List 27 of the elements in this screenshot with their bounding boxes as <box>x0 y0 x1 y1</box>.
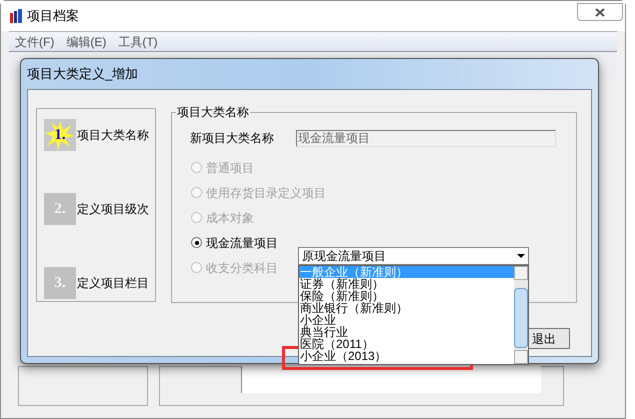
dropdown-item[interactable]: 小企业 <box>299 314 514 326</box>
radio-label: 成本对象 <box>206 210 254 226</box>
dropdown-item[interactable]: 商业银行（新准则） <box>299 302 514 314</box>
radio-label: 普通项目 <box>206 160 254 176</box>
step-label: 定义项目级次 <box>77 201 149 218</box>
name-input-field[interactable]: 现金流量项目 <box>296 130 556 146</box>
scrollbar[interactable] <box>514 266 528 364</box>
window-title: 项目档案 <box>27 7 79 26</box>
menu-item[interactable]: 工具(T) <box>118 32 158 50</box>
step-label: 定义项目栏目 <box>77 275 149 292</box>
dialog-title: 项目大类定义_增加 <box>27 65 138 84</box>
radio-label: 收支分类科目 <box>206 260 278 276</box>
combo-box[interactable]: 原现金流量项目 <box>298 247 529 265</box>
menu-item[interactable]: 文件(F) <box>15 32 54 50</box>
radio-button[interactable] <box>191 237 202 248</box>
close-button[interactable] <box>577 3 623 21</box>
dropdown-item[interactable]: 证券（新准则） <box>299 278 514 290</box>
dropdown-item[interactable]: 保险（新准则） <box>299 290 514 302</box>
radio-label: 使用存货目录定义项目 <box>206 184 326 202</box>
dropdown-item[interactable]: 小企业（2013） <box>299 350 514 362</box>
field-label: 新项目大类名称 <box>190 130 274 147</box>
group-title: 项目大类名称 <box>176 104 250 121</box>
step-label: 项目大类名称 <box>77 127 149 144</box>
menu-item[interactable]: 编辑(E) <box>66 32 106 50</box>
step-badge: 1. <box>44 119 76 151</box>
close-icon <box>595 8 605 16</box>
radio-label: 现金流量项目 <box>206 234 278 252</box>
